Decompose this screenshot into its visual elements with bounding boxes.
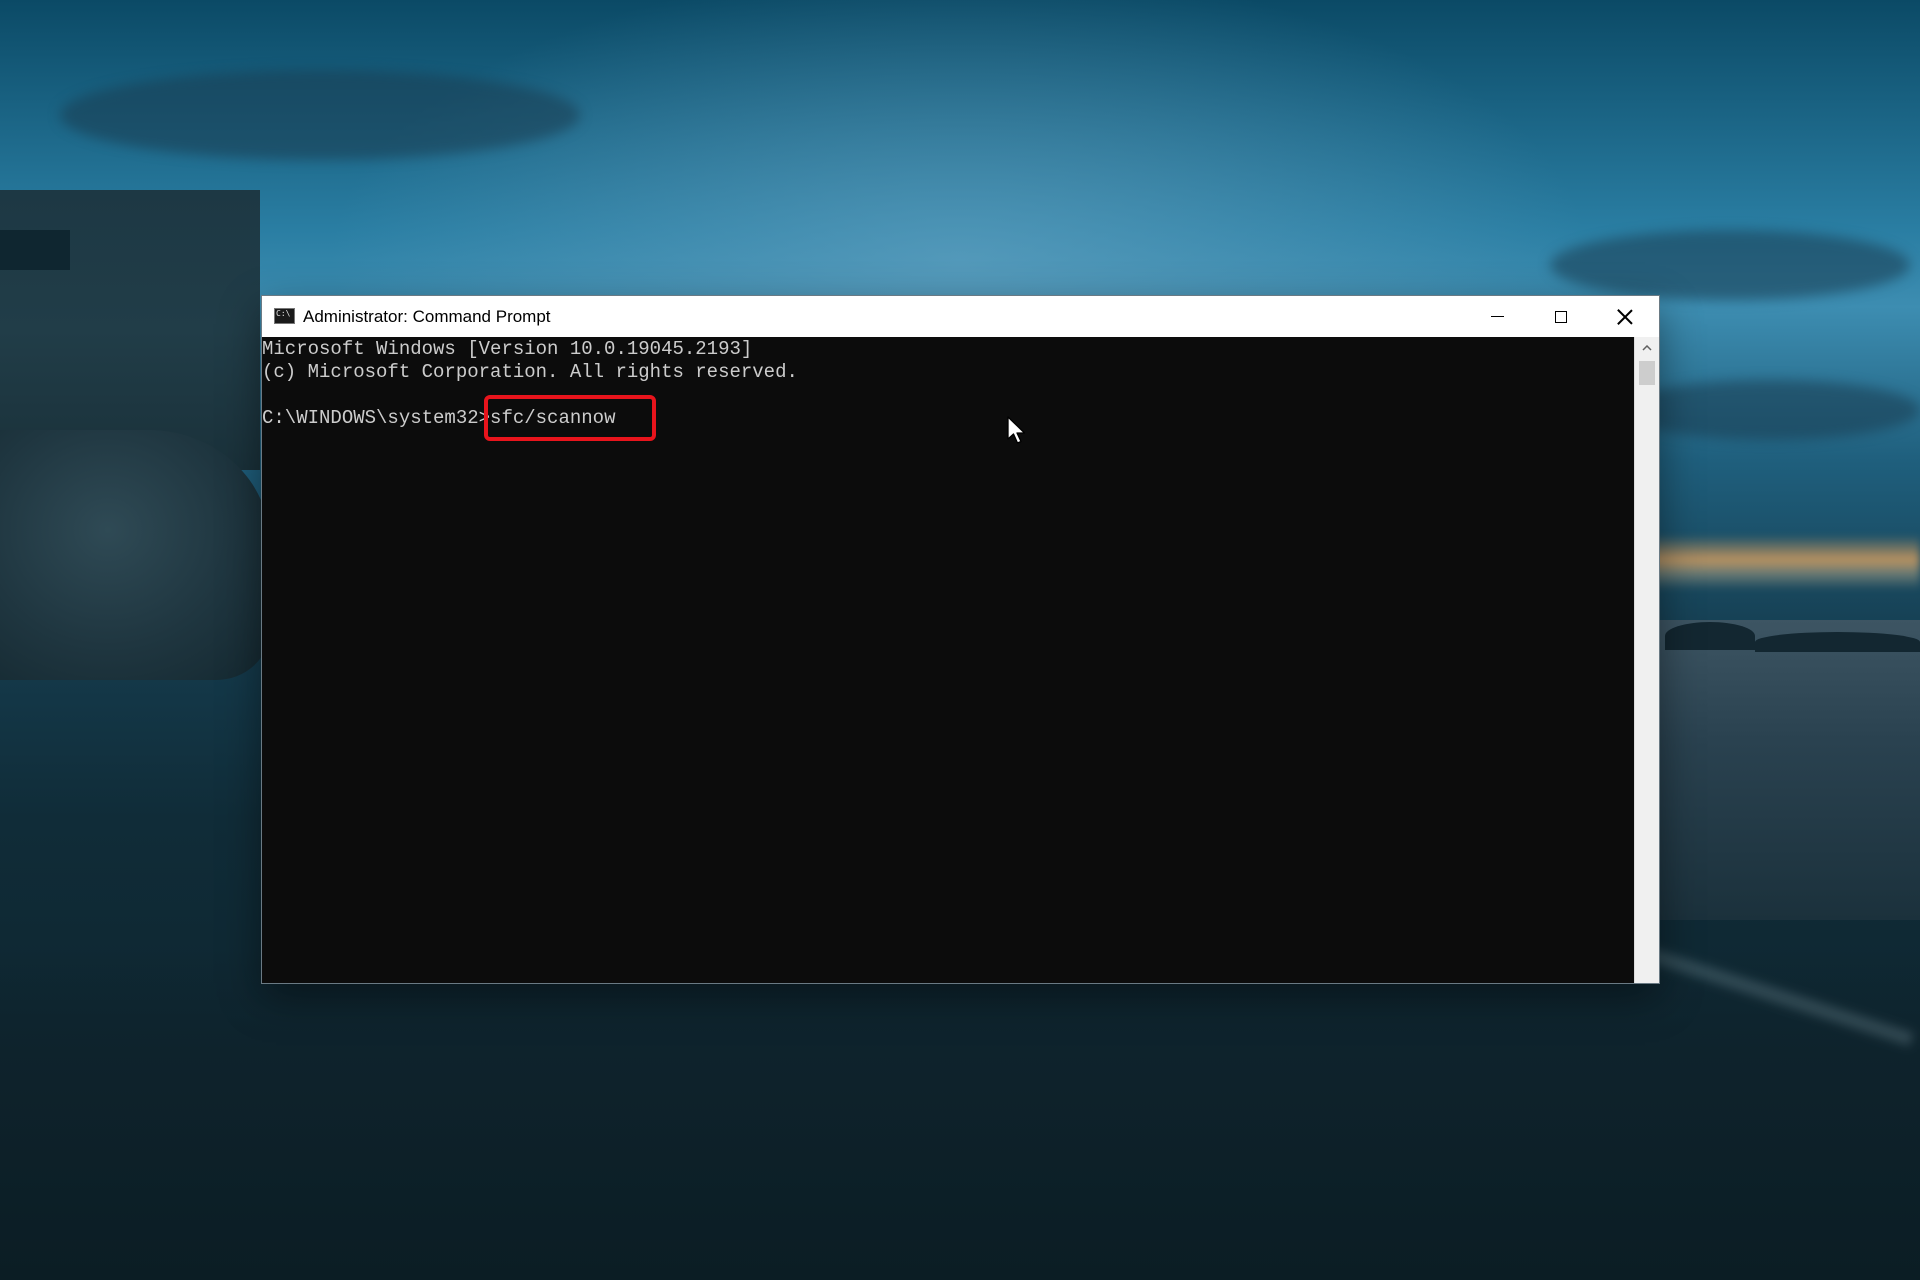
island: [1755, 632, 1920, 652]
maximize-button[interactable]: [1529, 296, 1593, 337]
cloud: [60, 70, 580, 160]
mouse-pointer-icon: [1007, 416, 1026, 444]
command-prompt-icon[interactable]: C:\: [274, 308, 295, 324]
command-highlight-box: [484, 395, 656, 441]
beach-house-roof: [0, 230, 70, 270]
console-line-version: Microsoft Windows [Version 10.0.19045.21…: [262, 338, 753, 360]
scroll-up-button[interactable]: [1635, 337, 1659, 359]
beach-sand: [0, 950, 1920, 1280]
minimize-button[interactable]: [1465, 296, 1529, 337]
vertical-scrollbar[interactable]: [1634, 337, 1659, 983]
close-button[interactable]: [1593, 296, 1657, 337]
title-bar[interactable]: C:\ Administrator: Command Prompt: [262, 296, 1659, 337]
command-prompt-window[interactable]: C:\ Administrator: Command Prompt Micros…: [262, 296, 1659, 983]
scrollbar-thumb[interactable]: [1639, 361, 1655, 385]
cloud: [1620, 380, 1920, 440]
island: [1665, 622, 1755, 650]
rock: [0, 430, 270, 680]
close-icon: [1617, 309, 1633, 325]
console-output[interactable]: Microsoft Windows [Version 10.0.19045.21…: [262, 337, 1634, 983]
maximize-icon: [1555, 310, 1567, 323]
minimize-icon: [1490, 316, 1504, 317]
console-line-copyright: (c) Microsoft Corporation. All rights re…: [262, 361, 798, 383]
chevron-up-icon: [1642, 345, 1652, 351]
sunset-glow: [1650, 535, 1920, 590]
cloud: [1550, 230, 1910, 300]
console-prompt: C:\WINDOWS\system32>: [262, 407, 491, 429]
window-title: Administrator: Command Prompt: [303, 307, 551, 326]
